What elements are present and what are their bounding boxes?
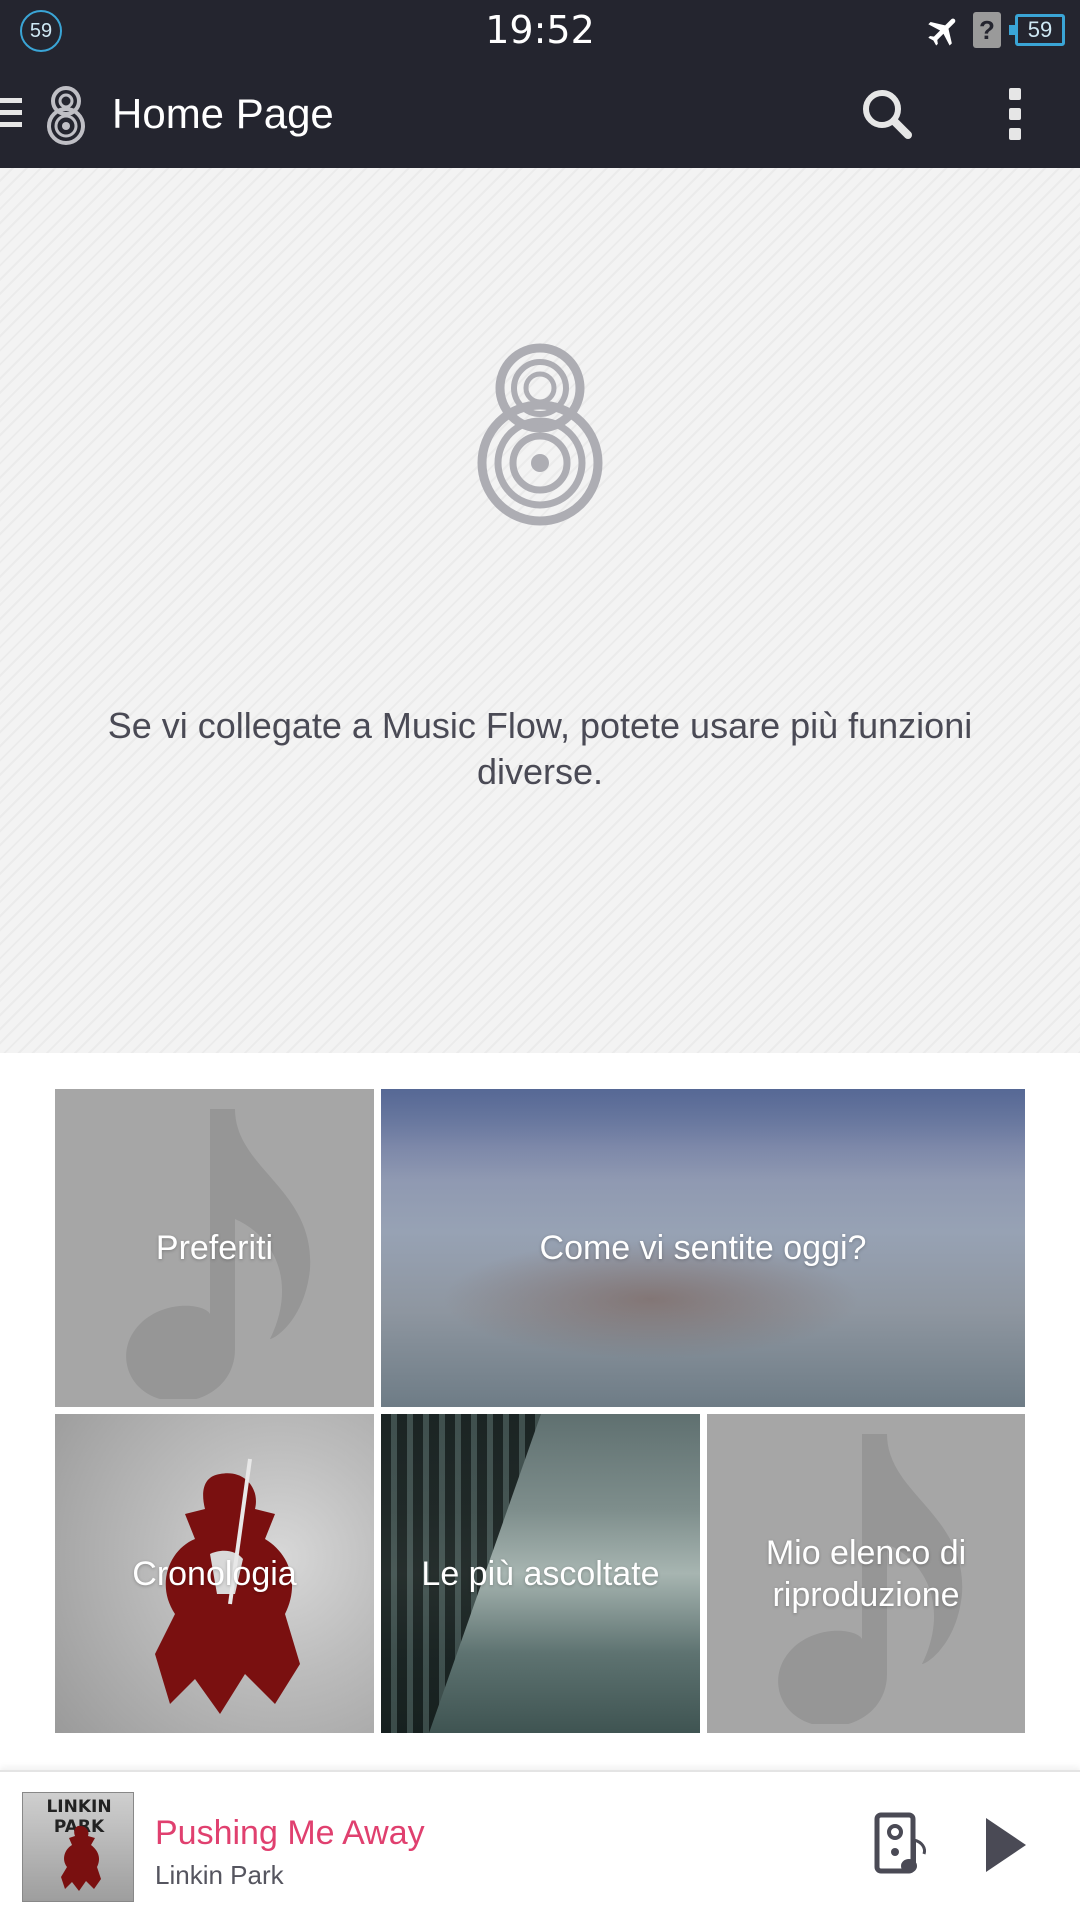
tile-mood[interactable]: Come vi sentite oggi? (381, 1089, 1025, 1407)
search-icon[interactable] (855, 82, 919, 146)
now-playing-bar[interactable]: LINKIN PARK Pushing Me Away Linkin Park (0, 1770, 1080, 1920)
song-artist: Linkin Park (155, 1860, 284, 1890)
tile-label: Mio elenco di riproduzione (765, 1533, 967, 1614)
tile-most-played[interactable]: Le più ascoltate (381, 1414, 700, 1733)
menu-icon[interactable] (0, 98, 22, 130)
status-bar: 59 19:52 ? 59 (0, 0, 1080, 60)
album-artwork (61, 1825, 101, 1891)
tile-label: Le più ascoltate (421, 1554, 660, 1593)
connect-banner: Se vi collegate a Music Flow, potete usa… (0, 168, 1080, 1053)
tile-history[interactable]: Cronologia (55, 1414, 374, 1733)
tile-label: Cronologia (132, 1554, 297, 1593)
album-art[interactable]: LINKIN PARK (22, 1792, 134, 1902)
unknown-sim-icon: ? (973, 12, 1001, 48)
airplane-mode-icon (928, 18, 956, 46)
music-flow-logo-icon (477, 343, 603, 526)
play-icon[interactable] (982, 1816, 1028, 1874)
connect-message: Se vi collegate a Music Flow, potete usa… (107, 705, 973, 792)
status-time: 19:52 (485, 8, 595, 52)
song-title: Pushing Me Away (155, 1814, 425, 1852)
tile-favorites[interactable]: Preferiti (55, 1089, 374, 1407)
music-flow-logo-icon (47, 86, 85, 145)
page-title: Home Page (112, 90, 334, 137)
tile-label: Preferiti (155, 1229, 274, 1267)
overflow-menu-icon[interactable] (995, 82, 1035, 146)
tile-label: Come vi sentite oggi? (539, 1229, 867, 1267)
play-on-device-icon[interactable] (874, 1812, 930, 1878)
app-bar: Home Page (0, 60, 1080, 168)
battery-icon: 59 (1009, 14, 1065, 46)
tile-playlist[interactable]: Mio elenco di riproduzione (707, 1414, 1025, 1733)
